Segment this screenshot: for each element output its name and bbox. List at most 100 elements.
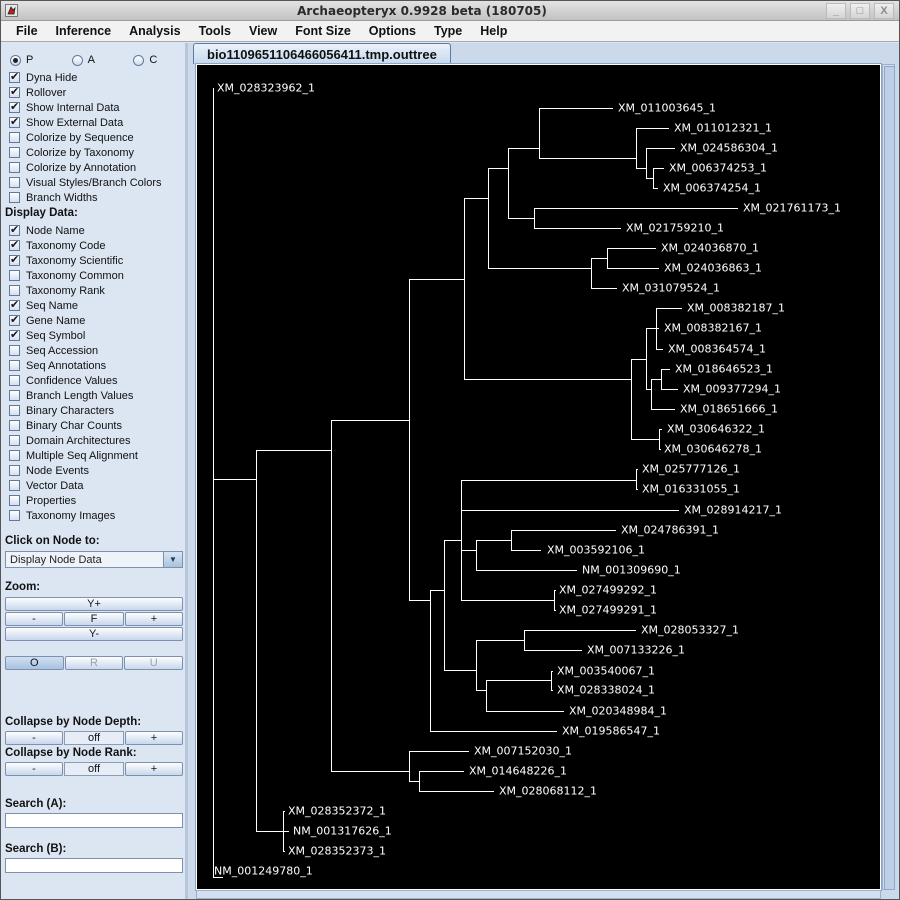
checkbox-icon[interactable] [9, 480, 20, 491]
checkbox-row-show-external-data[interactable]: Show External Data [1, 115, 186, 130]
leaf-label[interactable]: XM_003592106_1 [547, 544, 645, 557]
checkbox-row-taxonomy-images[interactable]: Taxonomy Images [1, 508, 186, 523]
checkbox-row-domain-architectures[interactable]: Domain Architectures [1, 433, 186, 448]
checkbox-icon[interactable] [9, 270, 20, 281]
checkbox-icon[interactable] [9, 223, 20, 236]
tree-canvas[interactable]: XM_028323962_1 XM_011003645_1 XM_011012321… [195, 63, 882, 891]
leaf-label[interactable]: XM_028914217_1 [684, 504, 782, 517]
leaf-label[interactable]: XM_021761173_1 [743, 202, 841, 215]
radio-option-c[interactable]: C [124, 54, 186, 66]
checkbox-icon[interactable] [9, 375, 20, 386]
tree-tab[interactable]: bio1109651106466056411.tmp.outtree [193, 43, 451, 64]
checkbox-row-taxonomy-code[interactable]: Taxonomy Code [1, 238, 186, 253]
checkbox-row-binary-char-counts[interactable]: Binary Char Counts [1, 418, 186, 433]
checkbox-row-node-name[interactable]: Node Name [1, 223, 186, 238]
leaf-label[interactable]: XM_018646523_1 [675, 363, 773, 376]
checkbox-row-seq-annotations[interactable]: Seq Annotations [1, 358, 186, 373]
collapse-rank-plus-button[interactable]: + [125, 762, 183, 776]
menu-item-font-size[interactable]: Font Size [286, 22, 360, 40]
checkbox-row-branch-widths[interactable]: Branch Widths [1, 190, 186, 205]
checkbox-icon[interactable] [9, 147, 20, 158]
checkbox-row-show-internal-data[interactable]: Show Internal Data [1, 100, 186, 115]
checkbox-row-confidence-values[interactable]: Confidence Values [1, 373, 186, 388]
order-button-o[interactable]: O [5, 656, 64, 670]
leaf-label[interactable]: XM_025777126_1 [642, 463, 740, 476]
leaf-label[interactable]: XM_028323962_1 [217, 82, 315, 95]
checkbox-icon[interactable] [9, 298, 20, 311]
leaf-label[interactable]: XM_030646322_1 [667, 423, 765, 436]
checkbox-icon[interactable] [9, 435, 20, 446]
leaf-label[interactable]: XM_016331055_1 [642, 483, 740, 496]
checkbox-row-binary-characters[interactable]: Binary Characters [1, 403, 186, 418]
checkbox-icon[interactable] [9, 450, 20, 461]
checkbox-icon[interactable] [9, 360, 20, 371]
leaf-label[interactable]: XM_008364574_1 [668, 343, 766, 356]
collapse-depth-plus-button[interactable]: + [125, 731, 183, 745]
leaf-label[interactable]: NM_001309690_1 [582, 564, 681, 577]
order-button-r[interactable]: R [64, 656, 124, 670]
leaf-label[interactable]: XM_008382167_1 [664, 322, 762, 335]
checkbox-row-seq-accession[interactable]: Seq Accession [1, 343, 186, 358]
checkbox-row-taxonomy-rank[interactable]: Taxonomy Rank [1, 283, 186, 298]
leaf-label[interactable]: XM_011012321_1 [674, 122, 772, 135]
leaf-label[interactable]: XM_028352373_1 [288, 845, 386, 858]
leaf-label[interactable]: XM_011003645_1 [618, 102, 716, 115]
checkbox-row-seq-symbol[interactable]: Seq Symbol [1, 328, 186, 343]
checkbox-icon[interactable] [9, 70, 20, 83]
leaf-label[interactable]: NM_001249780_1 [214, 865, 313, 878]
checkbox-row-colorize-by-annotation[interactable]: Colorize by Annotation [1, 160, 186, 175]
checkbox-icon[interactable] [9, 420, 20, 431]
menu-item-options[interactable]: Options [360, 22, 425, 40]
zoom-in-button[interactable]: + [125, 612, 183, 626]
horizontal-scrollbar[interactable] [196, 890, 881, 899]
checkbox-icon[interactable] [9, 465, 20, 476]
checkbox-icon[interactable] [9, 345, 20, 356]
leaf-label[interactable]: XM_028053327_1 [641, 624, 739, 637]
vertical-scrollbar[interactable] [882, 64, 895, 890]
checkbox-row-seq-name[interactable]: Seq Name [1, 298, 186, 313]
collapse-rank-minus-button[interactable]: - [5, 762, 63, 776]
menu-item-view[interactable]: View [240, 22, 286, 40]
vertical-scrollbar-thumb[interactable] [884, 66, 895, 890]
zoom-y-plus-button[interactable]: Y+ [5, 597, 183, 611]
checkbox-row-dyna-hide[interactable]: Dyna Hide [1, 70, 186, 85]
click-node-dropdown[interactable]: Display Node Data ▼ [5, 551, 183, 568]
leaf-label[interactable]: XM_008382187_1 [687, 302, 785, 315]
checkbox-icon[interactable] [9, 85, 20, 98]
leaf-label[interactable]: NM_001317626_1 [293, 825, 392, 838]
checkbox-icon[interactable] [9, 162, 20, 173]
chevron-down-icon[interactable]: ▼ [163, 551, 183, 568]
checkbox-icon[interactable] [9, 177, 20, 188]
checkbox-row-colorize-by-taxonomy[interactable]: Colorize by Taxonomy [1, 145, 186, 160]
leaf-label[interactable]: XM_028068112_1 [499, 785, 597, 798]
leaf-label[interactable]: XM_009377294_1 [683, 383, 781, 396]
leaf-label[interactable]: XM_028352372_1 [288, 805, 386, 818]
checkbox-icon[interactable] [9, 285, 20, 296]
maximize-button[interactable]: □ [850, 2, 870, 19]
leaf-label[interactable]: XM_003540067_1 [557, 665, 655, 678]
search-a-input[interactable] [5, 813, 183, 828]
menu-item-help[interactable]: Help [471, 22, 516, 40]
menu-item-type[interactable]: Type [425, 22, 471, 40]
checkbox-row-taxonomy-common[interactable]: Taxonomy Common [1, 268, 186, 283]
leaf-label[interactable]: XM_024036863_1 [664, 262, 762, 275]
checkbox-icon[interactable] [9, 115, 20, 128]
leaf-label[interactable]: XM_021759210_1 [626, 222, 724, 235]
checkbox-icon[interactable] [9, 405, 20, 416]
leaf-label[interactable]: XM_007152030_1 [474, 745, 572, 758]
checkbox-row-rollover[interactable]: Rollover [1, 85, 186, 100]
checkbox-icon[interactable] [9, 132, 20, 143]
menu-item-analysis[interactable]: Analysis [120, 22, 189, 40]
zoom-fit-button[interactable]: F [64, 612, 124, 626]
leaf-label[interactable]: XM_028338024_1 [557, 684, 655, 697]
checkbox-row-properties[interactable]: Properties [1, 493, 186, 508]
leaf-label[interactable]: XM_007133226_1 [587, 644, 685, 657]
checkbox-row-colorize-by-sequence[interactable]: Colorize by Sequence [1, 130, 186, 145]
leaf-label[interactable]: XM_019586547_1 [562, 725, 660, 738]
checkbox-row-taxonomy-scientific[interactable]: Taxonomy Scientific [1, 253, 186, 268]
zoom-out-button[interactable]: - [5, 612, 63, 626]
checkbox-row-vector-data[interactable]: Vector Data [1, 478, 186, 493]
leaf-label[interactable]: XM_031079524_1 [622, 282, 720, 295]
checkbox-icon[interactable] [9, 495, 20, 506]
order-button-u[interactable]: U [124, 656, 184, 670]
